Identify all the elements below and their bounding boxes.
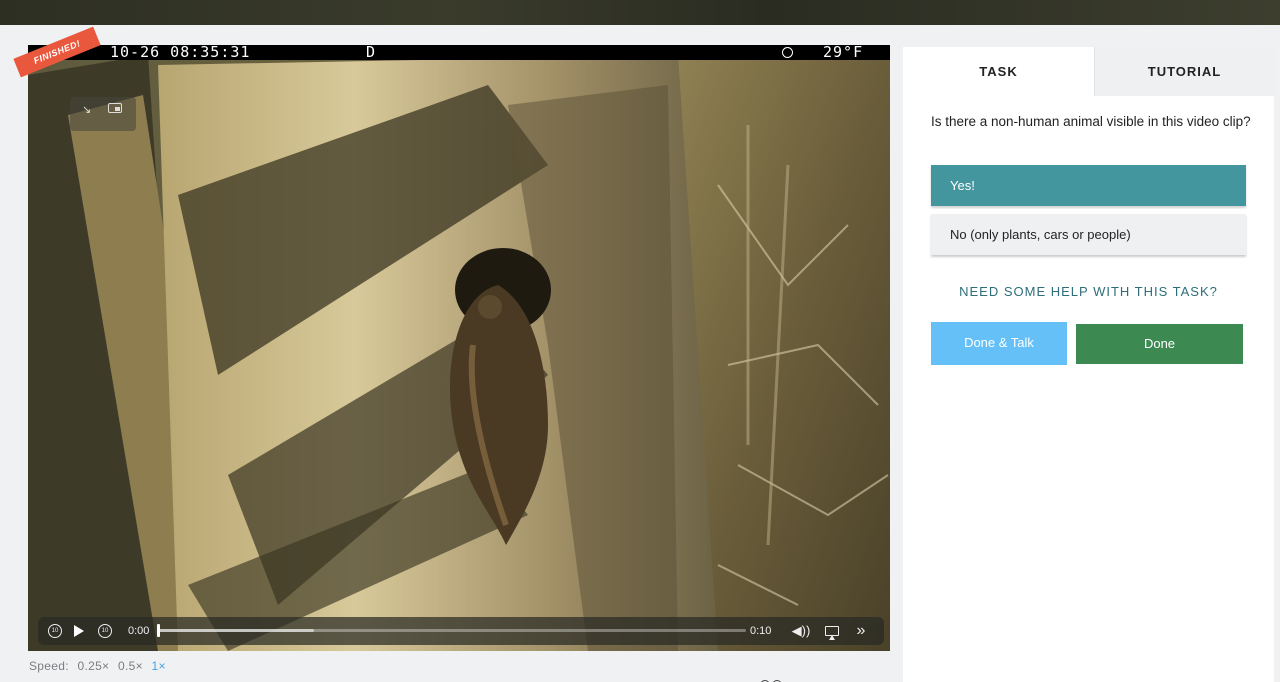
camera-temperature: 29°F <box>823 45 864 61</box>
camera-timestamp: 10-26 08:35:31 <box>110 45 251 61</box>
skip-back-button[interactable]: 10 <box>48 617 62 645</box>
skip-back-icon: 10 <box>48 624 62 638</box>
video-control-bar: 10 10 0:00 0:10 ◀)) » <box>38 617 884 645</box>
buffered-range <box>158 629 314 632</box>
current-time: 0:00 <box>128 625 150 637</box>
volume-button[interactable]: ◀)) <box>790 617 812 645</box>
speed-label: Speed: <box>29 659 69 673</box>
top-banner-image <box>0 0 1280 25</box>
airplay-button[interactable] <box>824 617 840 645</box>
video-player[interactable]: 10-26 08:35:31 D 29°F ↘ <box>28 45 890 651</box>
camera-mode: D <box>366 45 377 61</box>
speed-selector: Speed: 0.25× 0.5× 1× <box>29 659 171 673</box>
task-panel: TASK TUTORIAL Is there a non-human anima… <box>903 47 1274 682</box>
done-and-talk-button[interactable]: Done & Talk <box>931 322 1067 365</box>
camera-overlay: 10-26 08:35:31 D 29°F <box>28 45 890 60</box>
video-mini-controls: ↘ <box>70 97 136 131</box>
glasses-icon <box>760 677 786 682</box>
video-frame-image <box>28 45 890 651</box>
airplay-icon <box>825 626 839 640</box>
play-icon <box>74 625 84 637</box>
speed-option-1[interactable]: 1× <box>152 659 166 673</box>
video-scrubber[interactable] <box>157 624 746 637</box>
scrubber-handle[interactable] <box>157 624 160 637</box>
answer-yes-button[interactable]: Yes! <box>931 165 1246 206</box>
volume-icon: ◀)) <box>791 623 811 638</box>
more-options-button[interactable]: » <box>852 617 870 645</box>
picture-in-picture-icon[interactable] <box>108 103 122 113</box>
fullscreen-icon[interactable]: ↘ <box>82 103 91 116</box>
play-button[interactable] <box>72 617 86 645</box>
skip-forward-icon: 10 <box>98 624 112 638</box>
task-question: Is there a non-human animal visible in t… <box>931 114 1251 129</box>
done-button[interactable]: Done <box>1076 324 1243 364</box>
panel-tabs: TASK TUTORIAL <box>903 47 1274 96</box>
speed-option-0-25[interactable]: 0.25× <box>77 659 109 673</box>
duration: 0:10 <box>750 625 772 637</box>
tab-task[interactable]: TASK <box>903 47 1094 96</box>
chevron-double-right-icon: » <box>856 622 866 639</box>
skip-forward-button[interactable]: 10 <box>98 617 112 645</box>
speed-option-0-5[interactable]: 0.5× <box>118 659 143 673</box>
moon-phase-icon <box>782 47 793 58</box>
help-link[interactable]: NEED SOME HELP WITH THIS TASK? <box>903 284 1274 299</box>
answer-no-button[interactable]: No (only plants, cars or people) <box>931 214 1246 255</box>
tab-tutorial[interactable]: TUTORIAL <box>1094 47 1274 96</box>
